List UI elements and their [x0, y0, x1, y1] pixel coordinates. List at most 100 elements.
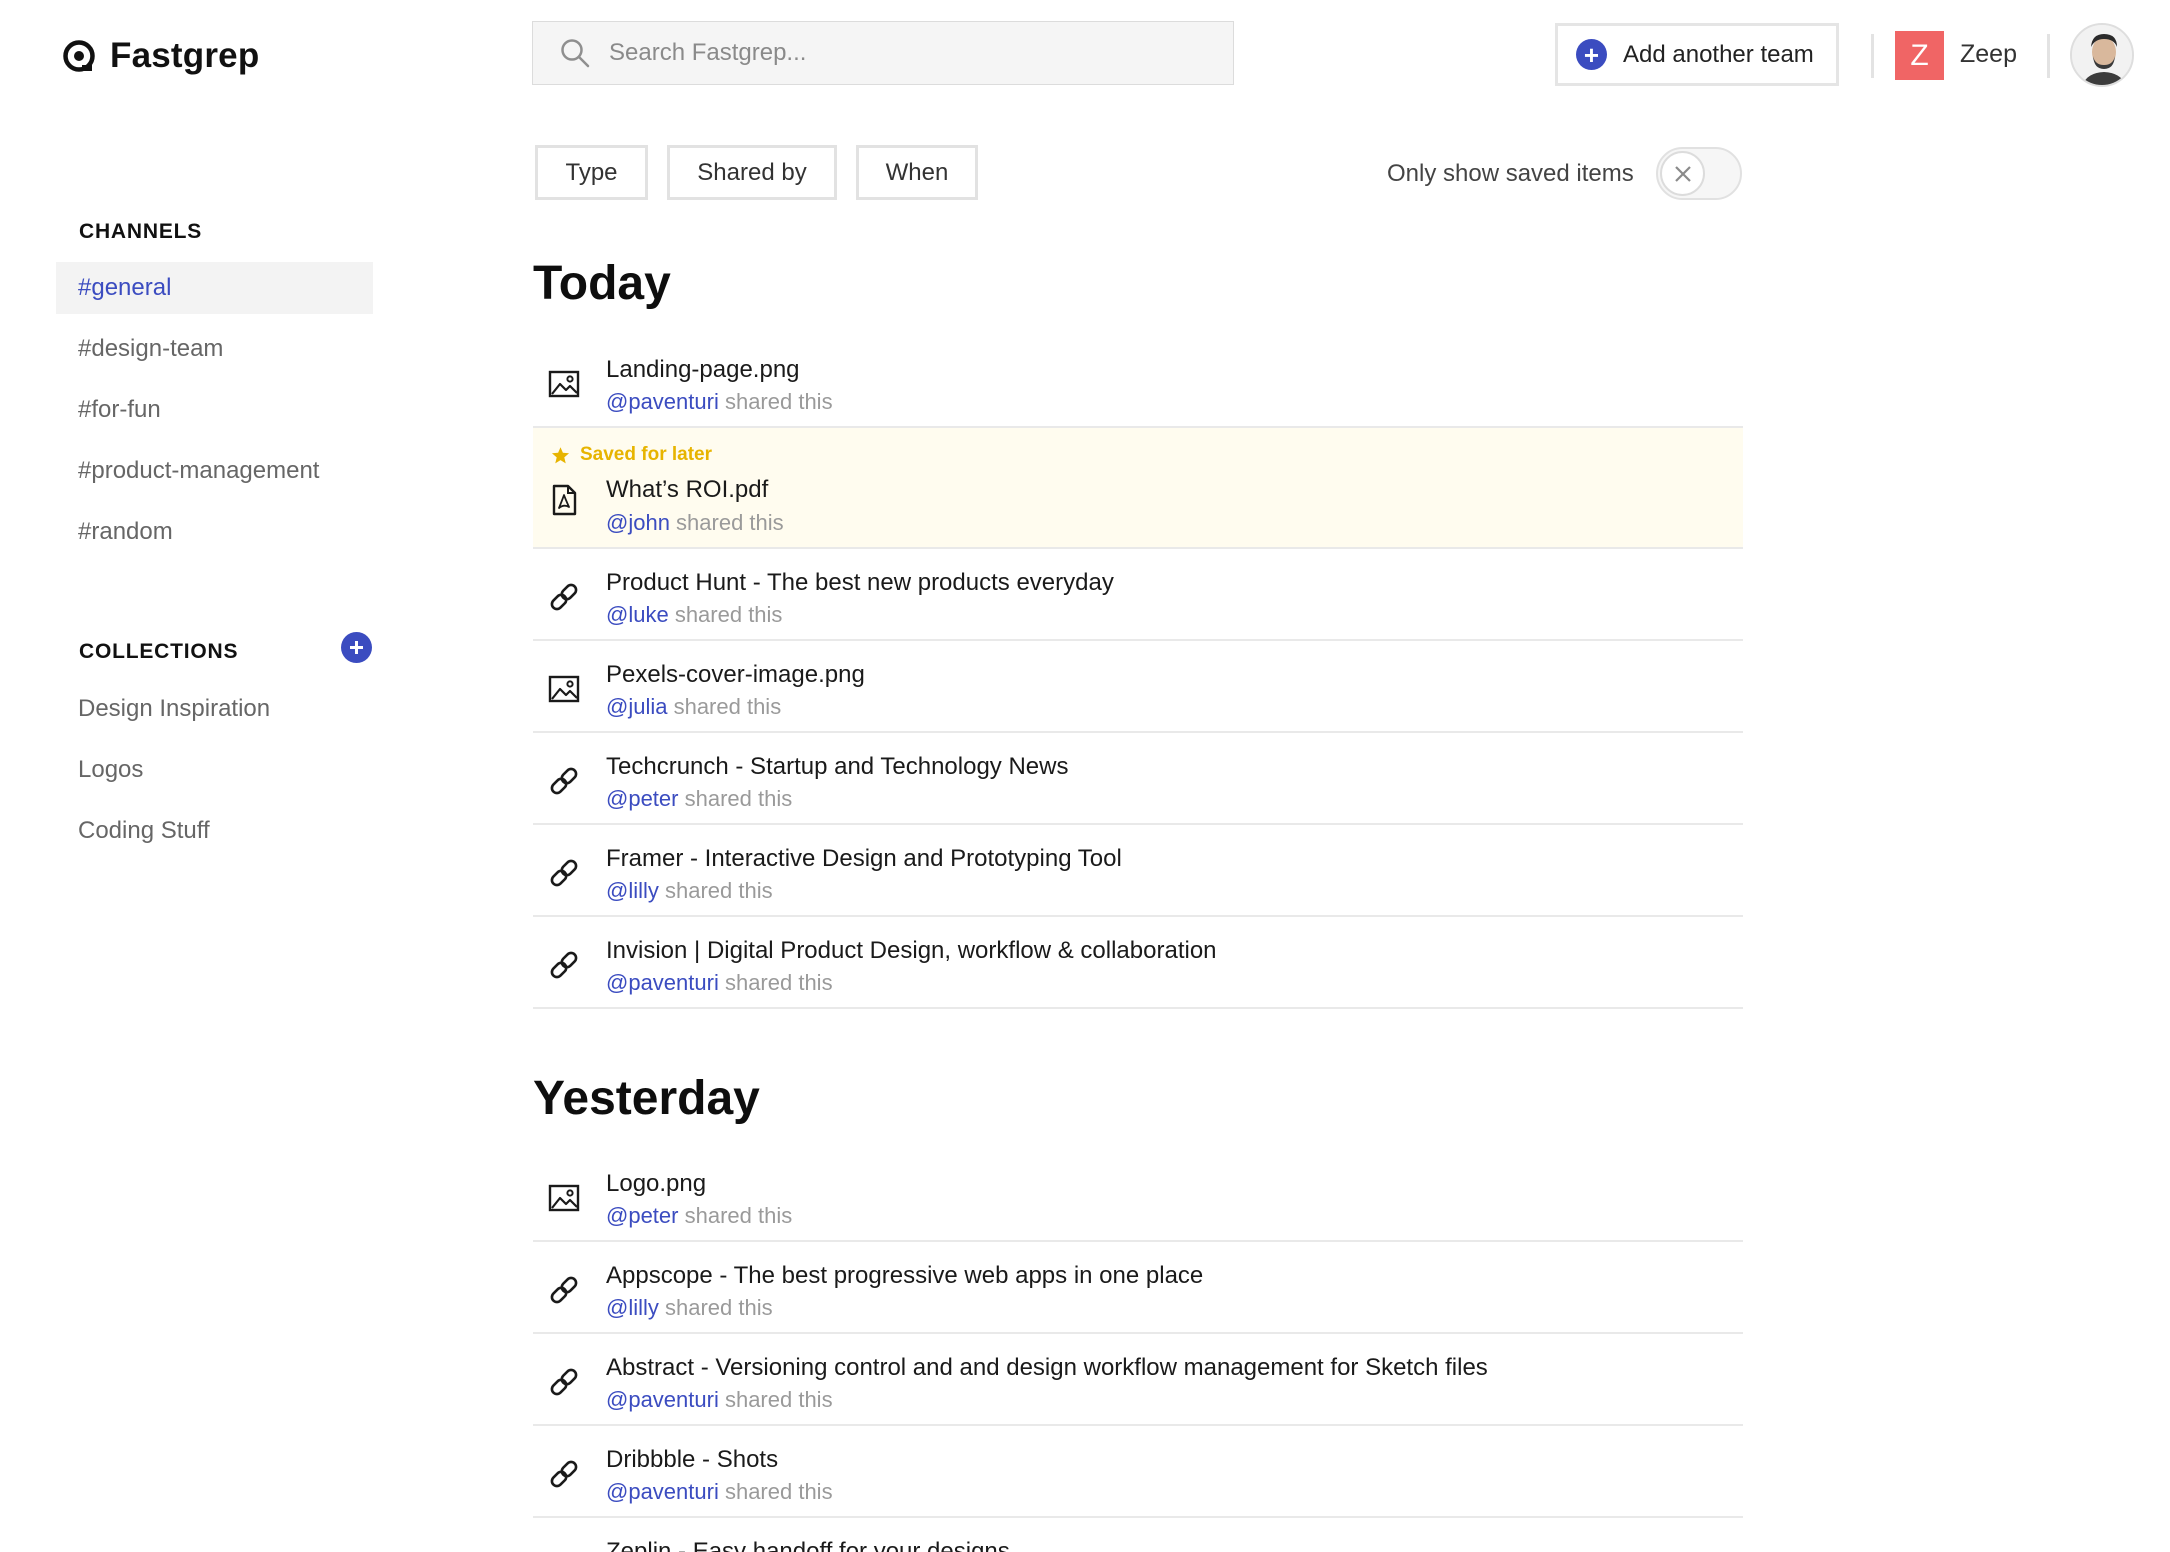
- today-list: Landing-page.png @paventuri shared this Sa…: [533, 336, 1743, 1009]
- search-input[interactable]: [609, 39, 1209, 67]
- link-icon: [547, 764, 581, 798]
- link-icon: [547, 1457, 581, 1491]
- search-icon: [561, 39, 590, 68]
- item-user-link[interactable]: @luke: [606, 602, 669, 627]
- item-meta: @lilly shared this: [606, 878, 773, 904]
- filter-shared-by-button[interactable]: Shared by: [667, 145, 837, 200]
- item-shared-text: shared this: [658, 1295, 773, 1320]
- item-shared-text: shared this: [669, 510, 784, 535]
- collections-heading: COLLECTIONS: [79, 640, 239, 663]
- item-title[interactable]: Framer - Interactive Design and Prototyp…: [606, 845, 1122, 873]
- close-icon: [1674, 165, 1691, 182]
- star-icon: [551, 446, 570, 463]
- item-title[interactable]: Techcrunch - Startup and Technology News: [606, 753, 1068, 781]
- filter-when-button[interactable]: When: [856, 145, 978, 200]
- item-shared-text: shared this: [678, 786, 793, 811]
- saved-items-toggle[interactable]: [1656, 147, 1742, 200]
- group-heading-today: Today: [533, 257, 671, 310]
- pdf-icon: [547, 483, 581, 517]
- link-icon: [547, 948, 581, 982]
- search-bar[interactable]: [532, 21, 1234, 85]
- list-item[interactable]: Dribbble - Shots @paventuri shared this: [533, 1426, 1743, 1518]
- list-item[interactable]: Pexels-cover-image.png @julia shared this: [533, 641, 1743, 733]
- image-icon: [547, 367, 581, 401]
- list-item[interactable]: Framer - Interactive Design and Prototyp…: [533, 825, 1743, 917]
- image-icon: [547, 672, 581, 706]
- item-meta: @luke shared this: [606, 602, 782, 628]
- item-user-link[interactable]: @lilly: [606, 1295, 659, 1320]
- list-item[interactable]: Abstract - Versioning control and and de…: [533, 1334, 1743, 1426]
- item-meta: @paventuri shared this: [606, 970, 833, 996]
- link-icon: [547, 856, 581, 890]
- list-item[interactable]: Landing-page.png @paventuri shared this: [533, 336, 1743, 428]
- item-shared-text: shared this: [667, 694, 782, 719]
- item-user-link[interactable]: @peter: [606, 1203, 678, 1228]
- item-user-link[interactable]: @peter: [606, 786, 678, 811]
- add-team-button[interactable]: + Add another team: [1555, 23, 1839, 86]
- list-item[interactable]: Zeplin - Easy handoff for your designs: [533, 1518, 1743, 1552]
- item-meta: @paventuri shared this: [606, 389, 833, 415]
- item-meta: @peter shared this: [606, 786, 792, 812]
- plus-icon: +: [1576, 39, 1607, 70]
- item-shared-text: shared this: [658, 878, 773, 903]
- list-item[interactable]: Logo.png @peter shared this: [533, 1150, 1743, 1242]
- item-user-link[interactable]: @paventuri: [606, 389, 719, 414]
- divider: [2047, 34, 2050, 78]
- list-item[interactable]: Invision | Digital Product Design, workf…: [533, 917, 1743, 1009]
- saved-tag-label: Saved for later: [580, 444, 712, 465]
- item-user-link[interactable]: @paventuri: [606, 1387, 719, 1412]
- app-name: Fastgrep: [110, 36, 260, 75]
- channel-design-team[interactable]: #design-team: [56, 323, 373, 375]
- list-item[interactable]: Product Hunt - The best new products eve…: [533, 549, 1743, 641]
- team-name[interactable]: Zeep: [1960, 40, 2017, 69]
- collection-coding-stuff[interactable]: Coding Stuff: [56, 805, 373, 857]
- channel-general[interactable]: #general: [56, 262, 373, 314]
- collection-design-inspiration[interactable]: Design Inspiration: [56, 683, 373, 735]
- add-collection-button[interactable]: [341, 632, 372, 663]
- item-shared-text: shared this: [718, 970, 833, 995]
- user-avatar[interactable]: [2070, 23, 2134, 87]
- item-shared-text: shared this: [718, 389, 833, 414]
- item-meta: @lilly shared this: [606, 1295, 773, 1321]
- saved-tag: Saved for later: [551, 444, 712, 466]
- link-icon: [547, 1273, 581, 1307]
- channels-heading: CHANNELS: [79, 220, 203, 243]
- item-user-link[interactable]: @paventuri: [606, 970, 719, 995]
- item-user-link[interactable]: @john: [606, 510, 670, 535]
- toggle-knob: [1660, 151, 1705, 196]
- saved-list-item[interactable]: Saved for later What’s ROI.pdf @john share…: [533, 428, 1743, 549]
- app-logo[interactable]: Fastgrep: [62, 36, 259, 76]
- item-user-link[interactable]: @lilly: [606, 878, 659, 903]
- item-title[interactable]: Logo.png: [606, 1170, 706, 1198]
- link-icon: [547, 580, 581, 614]
- user-photo-icon: [2072, 25, 2132, 85]
- item-shared-text: shared this: [678, 1203, 793, 1228]
- collection-logos[interactable]: Logos: [56, 744, 373, 796]
- item-meta: @peter shared this: [606, 1203, 792, 1229]
- item-title[interactable]: Dribbble - Shots: [606, 1446, 778, 1474]
- item-title[interactable]: Landing-page.png: [606, 356, 800, 384]
- item-meta: @paventuri shared this: [606, 1479, 833, 1505]
- item-title[interactable]: Pexels-cover-image.png: [606, 661, 865, 689]
- item-title[interactable]: Zeplin - Easy handoff for your designs: [606, 1538, 1010, 1552]
- saved-toggle-label: Only show saved items: [1387, 160, 1634, 187]
- item-meta: @julia shared this: [606, 694, 781, 720]
- channel-for-fun[interactable]: #for-fun: [56, 384, 373, 436]
- item-title[interactable]: Invision | Digital Product Design, workf…: [606, 937, 1217, 965]
- item-title[interactable]: What’s ROI.pdf: [606, 476, 768, 504]
- item-title[interactable]: Product Hunt - The best new products eve…: [606, 569, 1114, 597]
- team-avatar[interactable]: Z: [1895, 31, 1944, 80]
- item-title[interactable]: Appscope - The best progressive web apps…: [606, 1262, 1203, 1290]
- item-shared-text: shared this: [718, 1387, 833, 1412]
- divider: [1871, 34, 1874, 78]
- item-user-link[interactable]: @paventuri: [606, 1479, 719, 1504]
- item-title[interactable]: Abstract - Versioning control and and de…: [606, 1354, 1488, 1382]
- filter-type-button[interactable]: Type: [535, 145, 648, 200]
- item-user-link[interactable]: @julia: [606, 694, 667, 719]
- channel-random[interactable]: #random: [56, 506, 373, 558]
- list-item[interactable]: Appscope - The best progressive web apps…: [533, 1242, 1743, 1334]
- channel-product-management[interactable]: #product-management: [56, 445, 373, 497]
- yesterday-list: Logo.png @peter shared this Appscope - The…: [533, 1150, 1743, 1552]
- item-shared-text: shared this: [668, 602, 783, 627]
- list-item[interactable]: Techcrunch - Startup and Technology News…: [533, 733, 1743, 825]
